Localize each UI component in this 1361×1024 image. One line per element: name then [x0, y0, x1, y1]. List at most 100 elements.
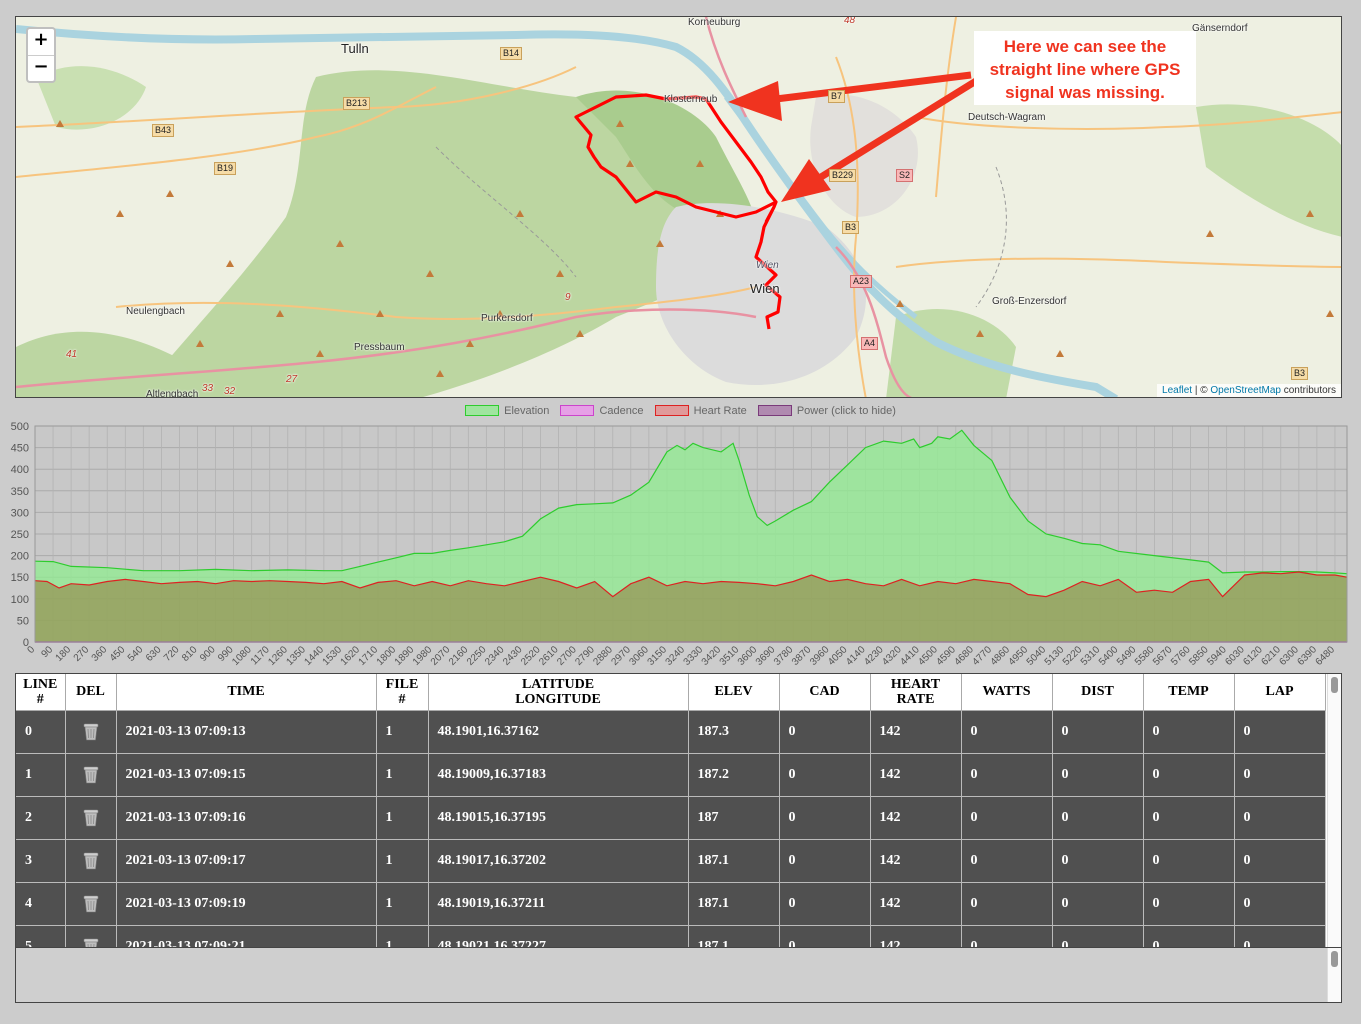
header-text: WATTS [982, 684, 1031, 700]
x-tick-label: 5220 [1061, 644, 1085, 668]
x-tick-label: 2250 [465, 644, 489, 668]
table-scrollbar[interactable] [1327, 674, 1341, 947]
x-tick-label: 1350 [284, 644, 308, 668]
cell-lat-lon: 48.1901,16.37162 [428, 710, 689, 754]
cell-watts: 0 [961, 925, 1053, 947]
map-view[interactable]: Korneuburg Gänserndorf Tulln Klosterneub… [15, 16, 1342, 398]
legend-swatch [560, 405, 595, 416]
cell-delete [65, 710, 117, 754]
trash-icon[interactable] [82, 894, 100, 913]
road-shield: B3 [1291, 367, 1309, 380]
x-tick-label: 4680 [952, 644, 976, 668]
zoom-in-button[interactable]: + [28, 29, 54, 55]
cell-temperature: 0 [1143, 710, 1235, 754]
table-row[interactable]: 3 2021-03-13 07:09:17 1 48.19017,16.37202 18… [16, 839, 1326, 883]
legend-label: Power (click to hide) [796, 405, 896, 417]
x-tick-label: 3690 [754, 644, 778, 668]
road-shield: A4 [861, 337, 879, 350]
x-tick-label: 3330 [682, 644, 706, 668]
y-tick-label: 300 [11, 507, 29, 519]
legend-item-elevation[interactable]: Elevation [465, 405, 549, 417]
attribution-text: contributors [1280, 385, 1336, 396]
column-header-time: TIME [116, 674, 377, 711]
trash-icon[interactable] [82, 765, 100, 784]
x-tick-label: 2520 [519, 644, 543, 668]
cell-temperature: 0 [1143, 882, 1235, 926]
scrollbar-thumb[interactable] [1331, 677, 1338, 693]
column-header-elevation: ELEV [688, 674, 780, 711]
x-tick-label: 5670 [1151, 644, 1175, 668]
bottom-scrollbar[interactable] [1327, 948, 1341, 1002]
table-row[interactable]: 0 2021-03-13 07:09:13 1 48.1901,16.37162 187… [16, 710, 1326, 754]
cell-line-number: 5 [16, 925, 66, 947]
table-row[interactable]: 2 2021-03-13 07:09:16 1 48.19015,16.37195 18… [16, 796, 1326, 840]
cell-temperature: 0 [1143, 925, 1235, 947]
road-shield: A23 [850, 275, 873, 288]
header-text: LATITUDE [521, 676, 595, 692]
x-tick-label: 1800 [375, 644, 399, 668]
legend-swatch [465, 405, 500, 416]
cell-watts: 0 [961, 710, 1053, 754]
x-tick-label: 6210 [1259, 644, 1283, 668]
cell-lap: 0 [1234, 796, 1326, 840]
cell-lap: 0 [1234, 839, 1326, 883]
table-row[interactable]: 4 2021-03-13 07:09:19 1 48.19019,16.37211 18… [16, 882, 1326, 926]
zoom-out-button[interactable]: − [28, 55, 54, 81]
elevation-chart[interactable]: 0501001502002503003504004505000 901802703… [0, 400, 1361, 670]
road-number: 27 [286, 374, 298, 385]
x-tick-label: 3420 [700, 644, 724, 668]
header-text: HEART [890, 676, 941, 692]
x-tick-label: 2340 [483, 644, 507, 668]
table-row[interactable]: 5 2021-03-13 07:09:21 1 48.19021,16.37227 18… [16, 925, 1326, 947]
x-tick-label: 450 [108, 644, 128, 664]
legend-label: Heart Rate [693, 405, 747, 417]
osm-link[interactable]: OpenStreetMap [1210, 385, 1281, 396]
x-tick-label: 5850 [1187, 644, 1211, 668]
header-text: FILE [385, 676, 419, 692]
x-tick-label: 3150 [646, 644, 670, 668]
x-tick-label: 4590 [934, 644, 958, 668]
cell-watts: 0 [961, 839, 1053, 883]
trash-icon[interactable] [82, 808, 100, 827]
cell-cadence: 0 [779, 753, 871, 797]
x-tick-label: 5940 [1205, 644, 1229, 668]
place-label: Gänserndorf [1192, 23, 1248, 34]
header-text: ELEV [714, 684, 753, 700]
place-label: Purkersdorf [481, 313, 533, 324]
cell-delete [65, 753, 117, 797]
column-header-lat-lon: LATITUDE LONGITUDE [428, 674, 689, 711]
cell-file-number: 1 [376, 710, 429, 754]
road-shield: B229 [829, 169, 857, 182]
leaflet-link[interactable]: Leaflet [1162, 385, 1192, 396]
x-tick-label: 1620 [339, 644, 363, 668]
legend-item-power[interactable]: Power (click to hide) [757, 405, 896, 417]
y-tick-label: 200 [11, 551, 29, 563]
road-shield: B19 [214, 162, 237, 175]
header-text: LINE [23, 676, 58, 692]
x-tick-label: 360 [90, 644, 110, 664]
x-tick-label: 2430 [501, 644, 525, 668]
x-tick-label: 4860 [989, 644, 1013, 668]
cell-distance: 0 [1052, 753, 1144, 797]
x-tick-label: 1080 [230, 644, 254, 668]
x-tick-label: 90 [40, 644, 56, 660]
x-tick-label: 6480 [1314, 644, 1338, 668]
column-header-line-number: LINE # [16, 674, 66, 711]
cell-line-number: 0 [16, 710, 66, 754]
trash-icon[interactable] [82, 722, 100, 741]
cell-delete [65, 796, 117, 840]
cell-elevation: 187 [688, 796, 780, 840]
x-tick-label: 3600 [736, 644, 760, 668]
trash-icon[interactable] [82, 851, 100, 870]
x-tick-label: 900 [198, 644, 218, 664]
table-row[interactable]: 1 2021-03-13 07:09:15 1 48.19009,16.37183 18… [16, 753, 1326, 797]
cell-distance: 0 [1052, 925, 1144, 947]
y-tick-label: 150 [11, 572, 29, 584]
x-tick-label: 1260 [266, 644, 290, 668]
cell-file-number: 1 [376, 925, 429, 947]
x-tick-label: 4320 [880, 644, 904, 668]
scrollbar-thumb[interactable] [1331, 951, 1338, 967]
legend-item-heart-rate[interactable]: Heart Rate [654, 405, 747, 417]
y-tick-label: 50 [17, 615, 29, 627]
legend-item-cadence[interactable]: Cadence [560, 405, 644, 417]
